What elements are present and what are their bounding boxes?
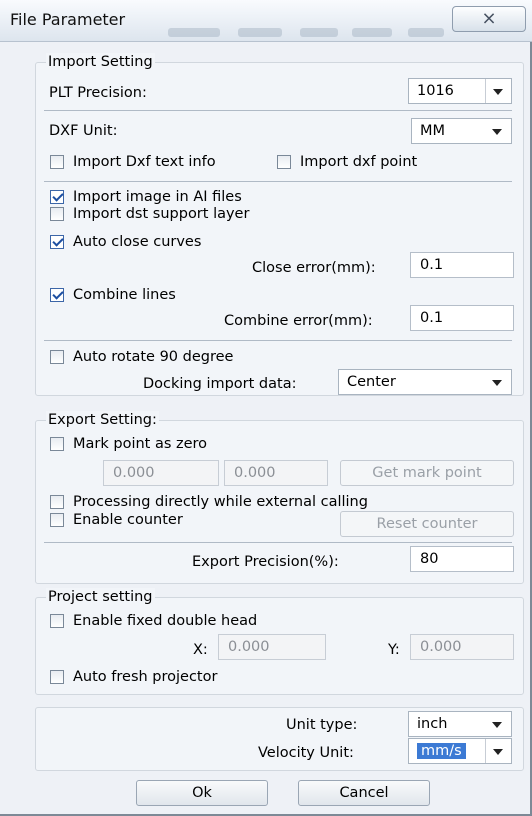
unit-type-select[interactable]: inch bbox=[408, 711, 512, 737]
divider bbox=[44, 340, 512, 341]
enable-counter-label: Enable counter bbox=[73, 512, 183, 528]
export-precision-label: Export Precision(%): bbox=[192, 554, 339, 570]
mark-point-zero-label: Mark point as zero bbox=[73, 436, 208, 452]
plt-precision-select[interactable]: 1016 bbox=[408, 78, 512, 104]
window-title: File Parameter bbox=[10, 10, 126, 29]
import-dxf-text-label: Import Dxf text info bbox=[73, 154, 216, 170]
divider bbox=[44, 181, 512, 182]
reset-counter-button[interactable]: Reset counter bbox=[340, 511, 514, 537]
background-strip bbox=[168, 28, 220, 37]
mark-y-input[interactable]: 0.000 bbox=[224, 460, 328, 486]
processing-directly-label: Processing directly while external calli… bbox=[73, 494, 368, 510]
docking-label: Docking import data: bbox=[143, 376, 297, 392]
mark-point-zero-checkbox[interactable] bbox=[50, 437, 64, 451]
import-image-ai-label: Import image in AI files bbox=[73, 189, 242, 205]
combine-error-label: Combine error(mm): bbox=[224, 313, 373, 329]
import-image-ai-checkbox[interactable] bbox=[50, 190, 64, 204]
x-label: X: bbox=[193, 642, 208, 658]
chevron-down-icon bbox=[485, 370, 511, 394]
file-parameter-dialog: File Parameter ⨯ Import Setting PLT Prec… bbox=[0, 0, 532, 816]
background-strip bbox=[352, 28, 392, 37]
mark-x-input[interactable]: 0.000 bbox=[103, 460, 219, 486]
cancel-button[interactable]: Cancel bbox=[298, 780, 430, 806]
combine-lines-checkbox[interactable] bbox=[50, 288, 64, 302]
chevron-down-icon bbox=[485, 119, 511, 143]
background-strip bbox=[238, 28, 282, 37]
chevron-down-icon bbox=[485, 739, 511, 763]
fixed-double-head-checkbox[interactable] bbox=[50, 614, 64, 628]
auto-close-curves-label: Auto close curves bbox=[73, 234, 202, 250]
ok-button[interactable]: Ok bbox=[136, 780, 268, 806]
auto-close-curves-checkbox[interactable] bbox=[50, 235, 64, 249]
auto-rotate-checkbox[interactable] bbox=[50, 350, 64, 364]
processing-directly-checkbox[interactable] bbox=[50, 495, 64, 509]
plt-precision-label: PLT Precision: bbox=[49, 85, 147, 101]
chevron-down-icon bbox=[485, 712, 511, 736]
dxf-unit-label: DXF Unit: bbox=[49, 123, 118, 139]
import-dst-support-label: Import dst support layer bbox=[73, 206, 250, 222]
docking-select[interactable]: Center bbox=[338, 369, 512, 395]
divider bbox=[44, 542, 512, 543]
import-setting-title: Import Setting bbox=[46, 53, 155, 71]
close-error-label: Close error(mm): bbox=[252, 260, 376, 276]
unit-type-label: Unit type: bbox=[286, 717, 358, 733]
import-dxf-text-checkbox[interactable] bbox=[50, 155, 64, 169]
get-mark-point-button[interactable]: Get mark point bbox=[340, 460, 514, 486]
combine-error-input[interactable]: 0.1 bbox=[410, 305, 514, 331]
background-strip bbox=[408, 28, 444, 37]
fixed-double-head-label: Enable fixed double head bbox=[73, 613, 258, 629]
combine-lines-label: Combine lines bbox=[73, 287, 176, 303]
x-input[interactable]: 0.000 bbox=[218, 634, 326, 660]
auto-fresh-projector-checkbox[interactable] bbox=[50, 670, 64, 684]
close-icon: ⨯ bbox=[481, 8, 497, 29]
divider bbox=[44, 110, 512, 111]
auto-fresh-projector-label: Auto fresh projector bbox=[73, 669, 218, 685]
import-dxf-point-label: Import dxf point bbox=[300, 154, 418, 170]
y-label: Y: bbox=[388, 642, 400, 658]
chevron-down-icon bbox=[485, 79, 511, 103]
export-precision-input[interactable]: 80 bbox=[410, 546, 514, 572]
close-button[interactable]: ⨯ bbox=[452, 6, 526, 32]
export-setting-title: Export Setting: bbox=[46, 411, 159, 429]
import-dxf-point-checkbox[interactable] bbox=[277, 155, 291, 169]
background-strip bbox=[300, 28, 338, 37]
title-bar: File Parameter ⨯ bbox=[0, 0, 532, 42]
y-input[interactable]: 0.000 bbox=[410, 634, 514, 660]
dxf-unit-select[interactable]: MM bbox=[411, 118, 512, 144]
auto-rotate-label: Auto rotate 90 degree bbox=[73, 349, 234, 365]
close-error-input[interactable]: 0.1 bbox=[410, 252, 514, 278]
import-dst-support-checkbox[interactable] bbox=[50, 207, 64, 221]
project-setting-title: Project setting bbox=[46, 588, 155, 606]
velocity-unit-label: Velocity Unit: bbox=[258, 745, 354, 761]
velocity-unit-select[interactable]: mm/s bbox=[408, 738, 512, 764]
import-setting-group bbox=[35, 62, 524, 396]
enable-counter-checkbox[interactable] bbox=[50, 513, 64, 527]
